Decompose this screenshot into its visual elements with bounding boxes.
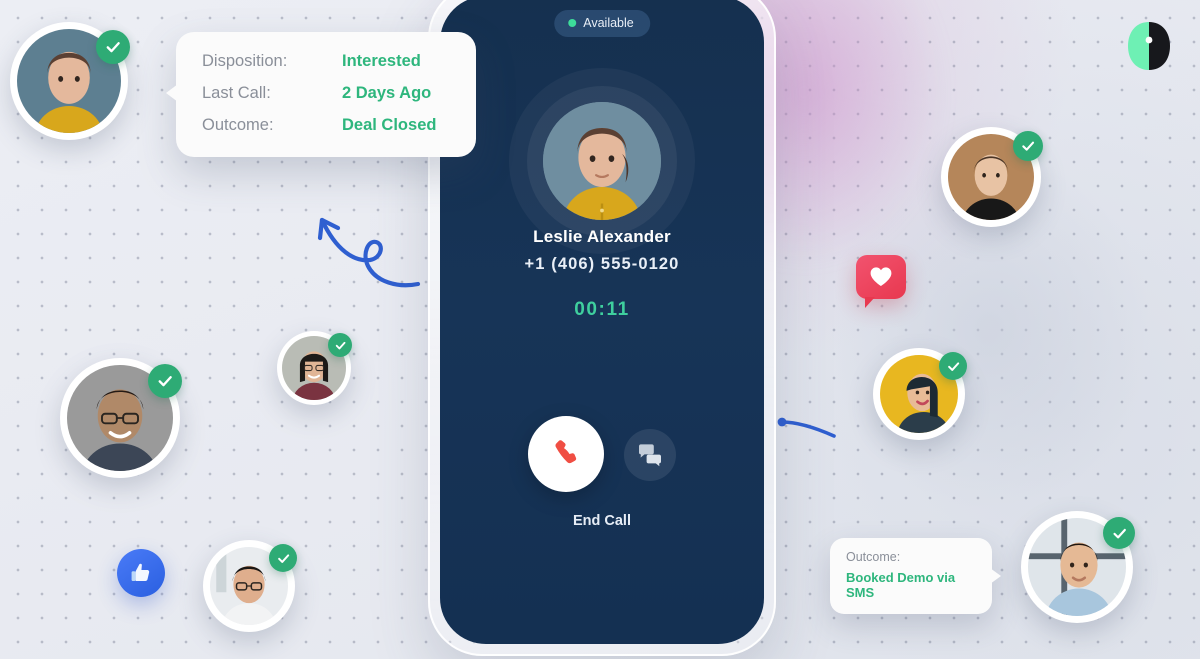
info-value: Interested: [342, 52, 421, 70]
contact-avatar-3[interactable]: [277, 331, 352, 405]
card-tail: [990, 568, 1001, 584]
info-label: Outcome:: [202, 116, 274, 134]
curve-stroke-right: [777, 417, 836, 438]
call-duration-timer: 00:11: [574, 299, 630, 320]
availability-status-badge[interactable]: Available: [554, 10, 650, 37]
info-row: Last Call: 2 Days Ago: [202, 84, 452, 103]
contact-avatar-5[interactable]: [941, 127, 1043, 227]
curly-arrow-up-left: [317, 217, 421, 288]
outcome-value: Booked Demo via SMS: [846, 570, 956, 600]
verified-check-badge: [148, 364, 182, 398]
heart-icon: [870, 267, 892, 286]
contact-avatar-6[interactable]: [873, 348, 967, 440]
card-tail: [166, 84, 178, 102]
verified-check-badge: [96, 30, 130, 64]
contact-avatar-7[interactable]: [1021, 511, 1135, 623]
bubble-tail: [865, 297, 875, 308]
contact-avatar-1[interactable]: [10, 22, 130, 140]
info-label: Last Call:: [202, 84, 271, 102]
info-label: Disposition:: [202, 52, 288, 70]
callee-phone-number: +1 (406) 555-0120: [524, 255, 680, 273]
screenshot-stage: Available Leslie Alexander +1 (406) 555-…: [0, 0, 1200, 659]
status-label: Available: [583, 16, 634, 30]
check-icon: [335, 341, 345, 349]
chat-message-button[interactable]: [624, 429, 676, 481]
contact-avatar-2[interactable]: [60, 358, 182, 478]
check-icon: [277, 553, 289, 563]
status-dot-icon: [568, 19, 577, 27]
check-icon: [158, 376, 172, 387]
end-call-label: End Call: [572, 513, 631, 529]
chat-bubbles-icon: [639, 444, 661, 467]
callee-name: Leslie Alexander: [533, 227, 671, 246]
caller-avatar-ring-inner: [527, 86, 677, 236]
info-row: Outcome: Deal Closed: [202, 116, 452, 135]
outcome-info-card: Outcome: Booked Demo via SMS: [830, 538, 1001, 614]
verified-check-badge: [1103, 517, 1135, 549]
like-reaction-badge[interactable]: [117, 549, 165, 597]
call-controls: [440, 416, 764, 492]
verified-check-badge: [269, 544, 297, 572]
verified-check-badge: [328, 333, 352, 357]
phone-hangup-icon: [555, 440, 577, 464]
phone-mockup: Available Leslie Alexander +1 (406) 555-…: [428, 0, 776, 656]
call-screen: Available Leslie Alexander +1 (406) 555-…: [440, 0, 764, 644]
outcome-label: Outcome:: [846, 550, 901, 564]
check-icon: [1112, 528, 1126, 538]
verified-check-badge: [939, 352, 967, 380]
end-call-button[interactable]: [528, 416, 604, 492]
contact-avatar-4[interactable]: [203, 540, 297, 632]
info-value: Deal Closed: [342, 116, 437, 134]
check-icon: [1022, 141, 1035, 151]
info-value: 2 Days Ago: [342, 84, 432, 102]
check-icon: [947, 361, 959, 371]
verified-check-badge: [1013, 131, 1043, 161]
heart-reaction-badge[interactable]: [856, 255, 906, 308]
brand-logo[interactable]: [1124, 20, 1174, 72]
check-icon: [106, 42, 120, 53]
info-row: Disposition: Interested: [202, 52, 452, 71]
disposition-info-card: Disposition: Interested Last Call: 2 Day…: [166, 32, 476, 157]
caller-avatar-photo: [543, 102, 661, 220]
thumbs-up-icon: [131, 563, 150, 582]
